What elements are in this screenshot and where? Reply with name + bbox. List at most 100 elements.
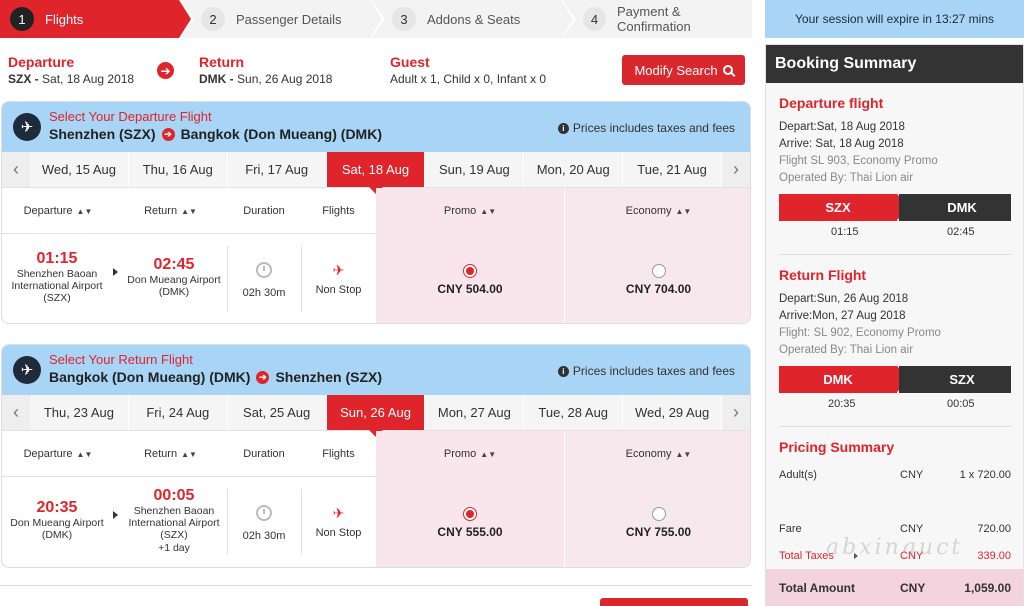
- column-label: Return: [144, 205, 178, 217]
- step-label: Addons & Seats: [427, 11, 521, 27]
- date-tab[interactable]: Sun, 19 Aug: [425, 152, 525, 187]
- step-addons-seats[interactable]: 3 Addons & Seats: [370, 0, 576, 38]
- departure-airport: Shenzhen Baoan International Airport (SZ…: [11, 268, 103, 304]
- economy-radio[interactable]: [651, 507, 666, 521]
- date-tab[interactable]: Fri, 17 Aug: [228, 152, 327, 187]
- economy-price: CNY 755.00: [625, 525, 692, 539]
- step-payment-confirmation[interactable]: 4 Payment & Confirmation: [561, 0, 752, 38]
- date-tab[interactable]: Sat, 25 Aug: [228, 395, 327, 430]
- column-label: Promo: [443, 205, 477, 217]
- segment-destination-time: 02:45: [947, 226, 975, 238]
- duration-value: 02h 30m: [242, 287, 286, 299]
- promo-fare-option[interactable]: CNY 504.00: [376, 234, 564, 323]
- promo-radio[interactable]: [463, 507, 477, 521]
- date-tab[interactable]: Tue, 28 Aug: [524, 395, 624, 430]
- departure-date: Sat, 18 Aug 2018: [42, 72, 135, 86]
- return-code: DMK -: [199, 72, 234, 86]
- arrow-right-icon: ➔: [157, 62, 174, 79]
- duration-value: 02h 30m: [242, 530, 286, 542]
- step-number: 4: [583, 7, 606, 31]
- sort-promo[interactable]: Promo ▲▼: [376, 431, 564, 477]
- economy-radio[interactable]: [651, 264, 666, 278]
- stops-cell: ✈ Non Stop: [301, 234, 376, 323]
- date-tab[interactable]: Thu, 16 Aug: [129, 152, 228, 187]
- flight-row: 20:35 Don Mueang Airport (DMK) 00:05 She…: [2, 477, 750, 567]
- guest-value: Adult x 1, Child x 0, Infant x 0: [390, 72, 547, 86]
- segment-origin-time: 20:35: [828, 398, 856, 410]
- session-timer: Your session will expire in 13:27 mins: [765, 0, 1024, 38]
- price-value: 339.00: [977, 550, 1011, 562]
- price-currency: CNY: [900, 523, 924, 535]
- chevron-right-icon[interactable]: ›: [722, 152, 750, 187]
- promo-fare-option[interactable]: CNY 555.00: [376, 477, 564, 567]
- flight-row: 01:15 Shenzhen Baoan International Airpo…: [2, 234, 750, 323]
- departure-airport: Don Mueang Airport (DMK): [10, 517, 104, 541]
- arrow-right-icon: ➔: [161, 127, 175, 141]
- date-tab[interactable]: Tue, 21 Aug: [623, 152, 723, 187]
- promo-radio[interactable]: [463, 264, 477, 278]
- arrow-right-icon: ➔: [256, 370, 270, 384]
- route-to: Bangkok (Don Mueang) (DMK): [180, 126, 382, 142]
- route-from: Shenzhen (SZX): [49, 126, 156, 142]
- arrival-cell: 02:45 Don Mueang Airport (DMK): [120, 234, 228, 323]
- sort-promo[interactable]: Promo ▲▼: [376, 188, 564, 234]
- step-passenger-details[interactable]: 2 Passenger Details: [179, 0, 385, 38]
- date-tab[interactable]: Mon, 20 Aug: [524, 152, 624, 187]
- duration-cell: 02h 30m: [227, 234, 301, 323]
- modify-search-button[interactable]: Modify Search: [622, 55, 745, 85]
- chevron-left-icon[interactable]: ‹: [2, 395, 30, 430]
- booking-steps: 1 Flights 2 Passenger Details 3 Addons &…: [0, 0, 752, 38]
- sort-departure[interactable]: Departure ▲▼: [2, 431, 114, 477]
- sort-icon: ▲▼: [76, 449, 93, 459]
- economy-fare-option[interactable]: CNY 755.00: [564, 477, 750, 567]
- continue-button[interactable]: [600, 598, 748, 606]
- departure-time: 20:35: [36, 499, 78, 516]
- tax-note-text: Prices includes taxes and fees: [572, 121, 735, 135]
- date-tab-selected[interactable]: Sat, 18 Aug: [326, 152, 426, 194]
- promo-price: CNY 555.00: [437, 525, 503, 539]
- clock-icon: [256, 505, 272, 521]
- total-value: 1,059.00: [964, 581, 1011, 595]
- sort-economy[interactable]: Economy ▲▼: [564, 188, 750, 234]
- date-tab[interactable]: Fri, 24 Aug: [129, 395, 228, 430]
- sort-icon: ▲▼: [675, 206, 692, 216]
- sort-economy[interactable]: Economy ▲▼: [564, 431, 750, 477]
- departure-flight-number: Flight SL 903, Economy Promo: [779, 155, 938, 167]
- date-tab[interactable]: Wed, 29 Aug: [623, 395, 723, 430]
- chevron-left-icon[interactable]: ‹: [2, 152, 30, 187]
- search-summary: Departure SZX - Sat, 18 Aug 2018 ➔ Retur…: [0, 48, 752, 96]
- return-title: Return: [199, 54, 245, 70]
- date-tab[interactable]: Wed, 15 Aug: [30, 152, 129, 187]
- departure-flight-heading: Departure flight: [779, 95, 884, 111]
- duration-header: Duration: [243, 205, 285, 217]
- date-tab[interactable]: Mon, 27 Aug: [425, 395, 525, 430]
- plane-icon: ✈: [332, 262, 345, 278]
- guest-title: Guest: [390, 54, 430, 70]
- date-tab-selected[interactable]: Sun, 26 Aug: [326, 395, 426, 437]
- divider: [0, 585, 752, 586]
- chevron-right-icon[interactable]: ›: [722, 395, 750, 430]
- sort-return[interactable]: Return ▲▼: [114, 431, 227, 477]
- departure-segment: SZX DMK: [779, 194, 1011, 221]
- economy-price: CNY 704.00: [625, 282, 692, 296]
- return-segment: DMK SZX: [779, 366, 1011, 393]
- date-tab[interactable]: Thu, 23 Aug: [30, 395, 129, 430]
- price-label: Adult(s): [779, 469, 817, 481]
- duration-cell: 02h 30m: [227, 477, 301, 567]
- sort-return[interactable]: Return ▲▼: [114, 188, 227, 234]
- tax-note: i Prices includes taxes and fees: [557, 364, 735, 378]
- step-flights[interactable]: 1 Flights: [0, 0, 194, 38]
- departure-flight-section: ✈ Select Your Departure Flight Shenzhen …: [1, 101, 751, 324]
- sort-departure[interactable]: Departure ▲▼: [2, 188, 114, 234]
- segment-destination-time: 00:05: [947, 398, 975, 410]
- economy-fare-option[interactable]: CNY 704.00: [564, 234, 750, 323]
- promo-price: CNY 504.00: [437, 282, 503, 296]
- departure-operator: Operated By: Thai Lion air: [779, 172, 914, 184]
- section-header: ✈ Select Your Return Flight Bangkok (Don…: [2, 345, 750, 395]
- sort-icon: ▲▼: [480, 449, 497, 459]
- price-label: Fare: [779, 523, 802, 535]
- section-header: ✈ Select Your Departure Flight Shenzhen …: [2, 102, 750, 152]
- flights-header: Flights: [322, 205, 355, 217]
- divider: [779, 254, 1011, 255]
- price-currency: CNY: [900, 469, 924, 481]
